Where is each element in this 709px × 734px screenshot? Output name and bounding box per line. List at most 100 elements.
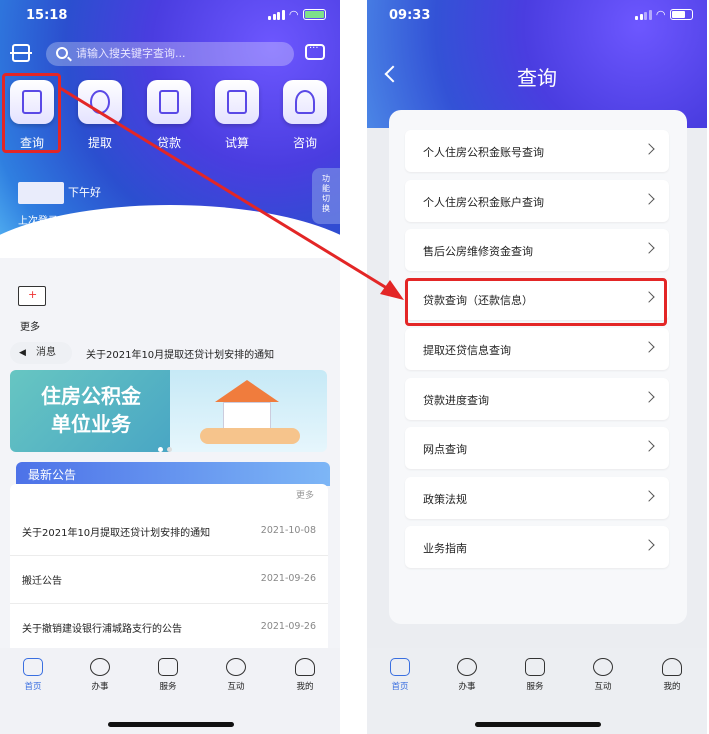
tab-interact[interactable]: 互动 xyxy=(211,658,261,692)
function-switch-label: 功能切换 xyxy=(322,174,330,213)
tab-home[interactable]: 首页 xyxy=(375,658,425,692)
lightbulb-icon xyxy=(226,658,246,676)
nav-calculate[interactable]: 试算 xyxy=(207,80,267,151)
more-folder-icon[interactable] xyxy=(18,286,46,306)
bell-icon xyxy=(525,658,545,676)
greeting: 下午好 上次登录时间 2021-10-13 xyxy=(18,182,139,227)
tab-service[interactable]: 服务 xyxy=(143,658,193,692)
banner-title: 住房公积金 单位业务 xyxy=(26,382,156,438)
more-label[interactable]: 更多 xyxy=(20,318,40,333)
tab-service[interactable]: 服务 xyxy=(510,658,560,692)
page-title: 查询 xyxy=(517,66,557,90)
calculator-icon xyxy=(215,80,259,124)
greeting-text: 下午好 xyxy=(68,186,101,199)
announcements-more[interactable]: 更多 xyxy=(296,488,314,501)
nav-loan-label: 贷款 xyxy=(156,136,181,150)
status-time: 15:18 xyxy=(26,8,68,23)
chevron-right-icon xyxy=(643,440,655,452)
last-login: 上次登录时间 2021-10-13 xyxy=(18,216,140,227)
nav-consult[interactable]: 咨询 xyxy=(275,80,335,151)
announcement-date: 2021-09-26 xyxy=(260,621,316,632)
highlight-box-query xyxy=(2,73,61,153)
list-item[interactable]: 个人住房公积金账号查询 xyxy=(405,130,669,172)
function-switch-button[interactable]: 功能切换 xyxy=(312,168,340,224)
tab-mine[interactable]: 我的 xyxy=(280,658,330,692)
battery-icon xyxy=(303,9,326,20)
user-icon xyxy=(662,658,682,676)
chevron-right-icon xyxy=(643,490,655,502)
tab-affairs-label: 办事 xyxy=(458,682,476,692)
announcement-row[interactable]: 关于2021年10月提取还贷计划安排的通知 2021-10-08 xyxy=(10,508,328,556)
list-item[interactable]: 政策法规 xyxy=(405,477,669,519)
list-item-label: 个人住房公积金账户查询 xyxy=(423,196,544,209)
banner-dots xyxy=(158,437,176,456)
lightbulb-icon xyxy=(593,658,613,676)
list-item-label: 政策法规 xyxy=(423,493,467,506)
list-item-label: 业务指南 xyxy=(423,542,467,555)
announcement-row[interactable]: 搬迁公告 2021-09-26 xyxy=(10,556,328,604)
pie-chart-icon xyxy=(90,658,110,676)
bell-icon xyxy=(158,658,178,676)
home-icon xyxy=(23,658,43,676)
left-phone-screen: 15:18 ◠ 请输入搜关键字查询... 查询 提取 贷款 试算 xyxy=(0,0,340,734)
battery-icon xyxy=(670,9,693,20)
message-icon[interactable] xyxy=(305,40,325,60)
chevron-right-icon xyxy=(643,242,655,254)
home-indicator xyxy=(475,722,601,727)
announcement-date: 2021-09-26 xyxy=(260,573,316,584)
tab-interact[interactable]: 互动 xyxy=(578,658,628,692)
announcements-title: 最新公告 xyxy=(28,468,77,482)
banner-line1: 住房公积金 xyxy=(41,384,141,408)
list-item[interactable]: 个人住房公积金账户查询 xyxy=(405,180,669,222)
list-item[interactable]: 网点查询 xyxy=(405,427,669,469)
home-icon xyxy=(390,658,410,676)
list-item-label: 售后公房维修资金查询 xyxy=(423,245,533,258)
list-item-label: 网点查询 xyxy=(423,443,467,456)
search-row: 请输入搜关键字查询... xyxy=(10,40,330,66)
chevron-right-icon xyxy=(643,193,655,205)
list-item[interactable]: 售后公房维修资金查询 xyxy=(405,229,669,271)
list-item[interactable]: 提取还贷信息查询 xyxy=(405,328,669,370)
nav-withdraw-label: 提取 xyxy=(87,136,112,150)
user-icon xyxy=(295,658,315,676)
list-item[interactable]: 业务指南 xyxy=(405,526,669,568)
tab-home-label: 首页 xyxy=(391,682,409,692)
announcement-title: 关于2021年10月提取还贷计划安排的通知 xyxy=(22,528,211,539)
chevron-right-icon xyxy=(643,539,655,551)
pie-chart-icon xyxy=(457,658,477,676)
announcement-title: 关于撤销建设银行浦城路支行的公告 xyxy=(22,624,182,635)
chevron-right-icon xyxy=(643,143,655,155)
tab-service-label: 服务 xyxy=(159,682,177,692)
message-tag: 消息 xyxy=(10,342,72,364)
search-input[interactable]: 请输入搜关键字查询... xyxy=(46,42,294,66)
announcement-row[interactable]: 关于撤销建设银行浦城路支行的公告 2021-09-26 xyxy=(10,604,328,652)
tab-mine[interactable]: 我的 xyxy=(647,658,697,692)
message-text: 关于2021年10月提取还贷计划安排的通知 xyxy=(86,350,275,361)
status-bar: 09:33 ◠ xyxy=(367,0,707,30)
house-illustration xyxy=(215,380,279,430)
tab-home[interactable]: 首页 xyxy=(8,658,58,692)
hand-illustration xyxy=(200,428,300,444)
wifi-icon: ◠ xyxy=(289,8,298,21)
list-item[interactable]: 贷款进度查询 xyxy=(405,378,669,420)
message-row[interactable]: 消息 关于2021年10月提取还贷计划安排的通知 xyxy=(10,342,330,364)
tab-affairs[interactable]: 办事 xyxy=(75,658,125,692)
tab-affairs[interactable]: 办事 xyxy=(442,658,492,692)
announcements-tab: 最新公告 xyxy=(16,462,330,486)
headset-icon xyxy=(283,80,327,124)
tab-service-label: 服务 xyxy=(526,682,544,692)
tab-interact-label: 互动 xyxy=(594,682,612,692)
nav-withdraw[interactable]: 提取 xyxy=(70,80,130,151)
tab-affairs-label: 办事 xyxy=(91,682,109,692)
piggy-bank-icon xyxy=(78,80,122,124)
home-indicator xyxy=(108,722,234,727)
list-item-label: 提取还贷信息查询 xyxy=(423,344,511,357)
wifi-icon: ◠ xyxy=(656,8,665,21)
nav-loan[interactable]: 贷款 xyxy=(139,80,199,151)
redacted-username xyxy=(18,182,64,204)
chevron-right-icon xyxy=(643,341,655,353)
tab-interact-label: 互动 xyxy=(227,682,245,692)
chevron-right-icon xyxy=(643,391,655,403)
query-list: 个人住房公积金账号查询 个人住房公积金账户查询 售后公房维修资金查询 贷款查询（… xyxy=(389,110,687,624)
scan-icon[interactable] xyxy=(10,44,32,62)
